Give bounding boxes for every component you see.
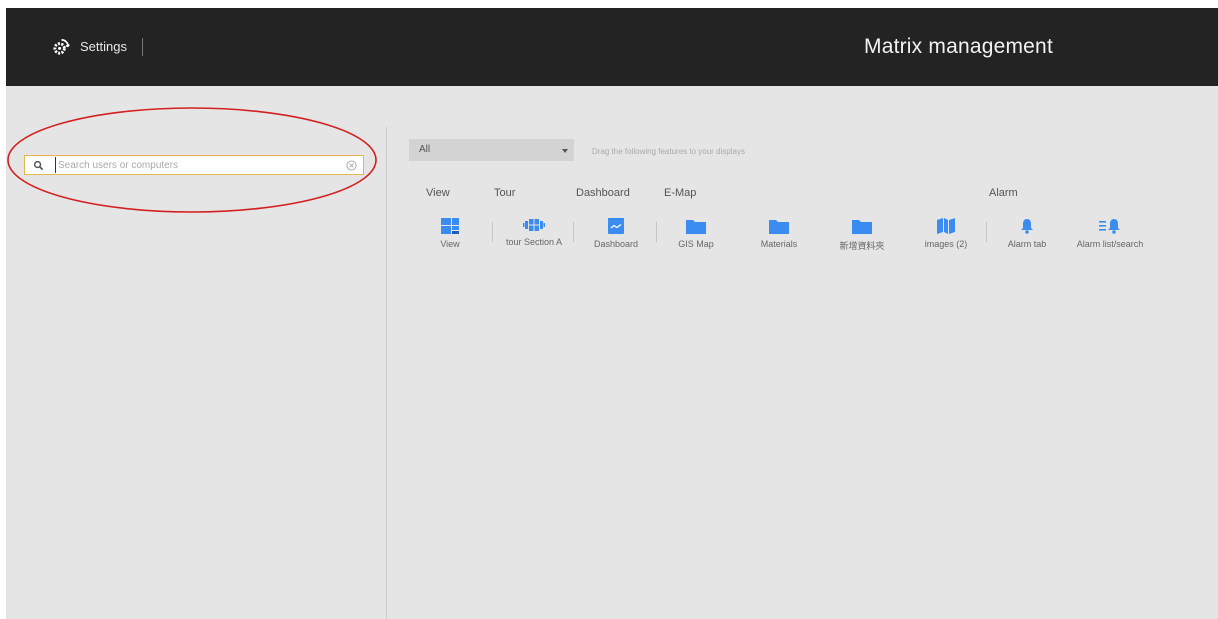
feature-alarm-list[interactable]: Alarm list/search [1070,218,1150,249]
panel-divider [386,127,387,619]
dashboard-icon [608,218,624,234]
folder-icon [769,220,789,234]
feature-label: images (2) [924,239,968,249]
feature-gis-map[interactable]: GIS Map [656,218,736,249]
bell-icon [1021,219,1033,234]
folder-icon [686,220,706,234]
top-bar: Settings Matrix management [6,8,1218,86]
page-title: Matrix management [864,35,1053,58]
feature-label: View [440,239,460,249]
clear-icon[interactable] [346,160,357,171]
drag-hint: Drag the following features to your disp… [592,147,745,156]
group-separator [492,222,493,242]
gear-icon [53,38,70,55]
filter-selected-value: All [419,144,431,155]
feature-materials[interactable]: Materials [739,218,819,249]
feature-view[interactable]: View [410,218,490,249]
map-icon [937,218,955,234]
search-box [24,155,364,175]
feature-alarm-tab[interactable]: Alarm tab [987,218,1067,249]
caret-down-icon [562,149,568,153]
tour-icon [523,219,545,231]
feature-dashboard[interactable]: Dashboard [576,218,656,249]
alarm-list-icon [1099,219,1120,234]
app-window: Settings Matrix management All Drag the … [6,8,1218,619]
feature-images[interactable]: images (2) [906,218,986,249]
group-label-emap: E-Map [664,187,697,199]
search-icon [33,160,44,171]
feature-filter-dropdown[interactable]: All [409,139,574,161]
search-input[interactable] [55,157,343,173]
group-label-tour: Tour [494,187,516,199]
feature-label: tour Section A [505,237,563,247]
settings-label: Settings [80,39,127,54]
group-label-alarm: Alarm [989,187,1018,199]
feature-new-folder[interactable]: 新增資料夾 [822,218,902,252]
group-label-dashboard: Dashboard [576,187,630,199]
folder-icon [852,220,872,234]
feature-label: Alarm tab [1007,239,1047,249]
feature-label: Alarm list/search [1076,239,1144,249]
feature-label: Dashboard [593,239,639,249]
top-divider [142,38,143,56]
settings-button[interactable]: Settings [52,37,127,56]
feature-label: GIS Map [678,239,714,249]
group-label-view: View [426,187,450,199]
feature-label: 新增資料夾 [839,241,885,251]
view-layout-icon [441,218,459,234]
feature-tour[interactable]: tour Section A [494,218,574,247]
feature-label: Materials [760,239,798,249]
